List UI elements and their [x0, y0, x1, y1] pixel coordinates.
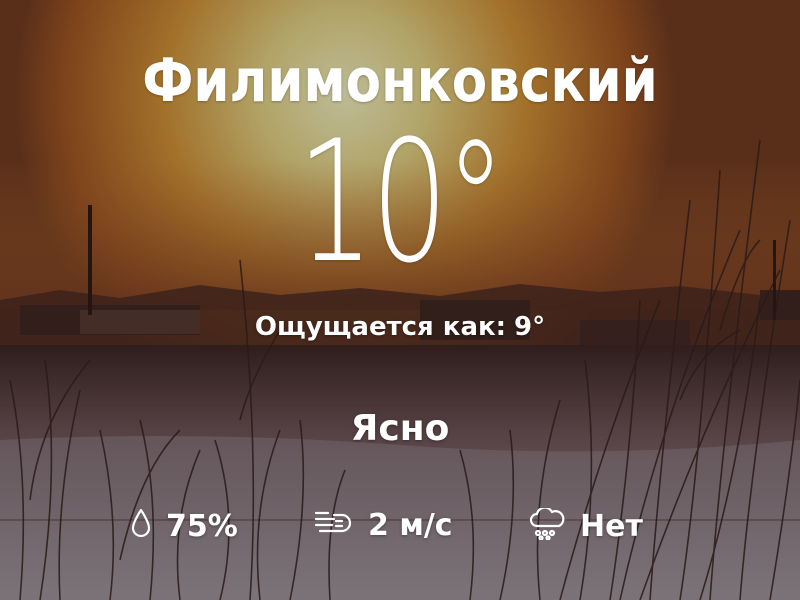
precipitation-stat: Нет — [528, 506, 643, 544]
precipitation-value: Нет — [580, 508, 643, 544]
feels-like: Ощущается как: 9° — [0, 312, 800, 342]
wind-stat: 2 м/с — [314, 508, 453, 543]
droplet-icon — [130, 508, 152, 544]
feels-like-value: 9° — [514, 312, 546, 342]
current-temperature: 10° — [297, 104, 506, 300]
weather-stats: 75% 2 м/с Нет — [0, 506, 800, 556]
cloud-rain-icon — [528, 506, 566, 544]
humidity-stat: 75% — [130, 508, 238, 544]
weather-card: Филимонковский 10° Ощущается как: 9° Ясно… — [0, 0, 800, 600]
wind-value: 2 м/с — [368, 508, 453, 543]
weather-condition: Ясно — [350, 408, 450, 449]
humidity-value: 75% — [166, 508, 238, 544]
wind-icon — [314, 509, 354, 543]
feels-like-label: Ощущается как: — [254, 312, 507, 342]
